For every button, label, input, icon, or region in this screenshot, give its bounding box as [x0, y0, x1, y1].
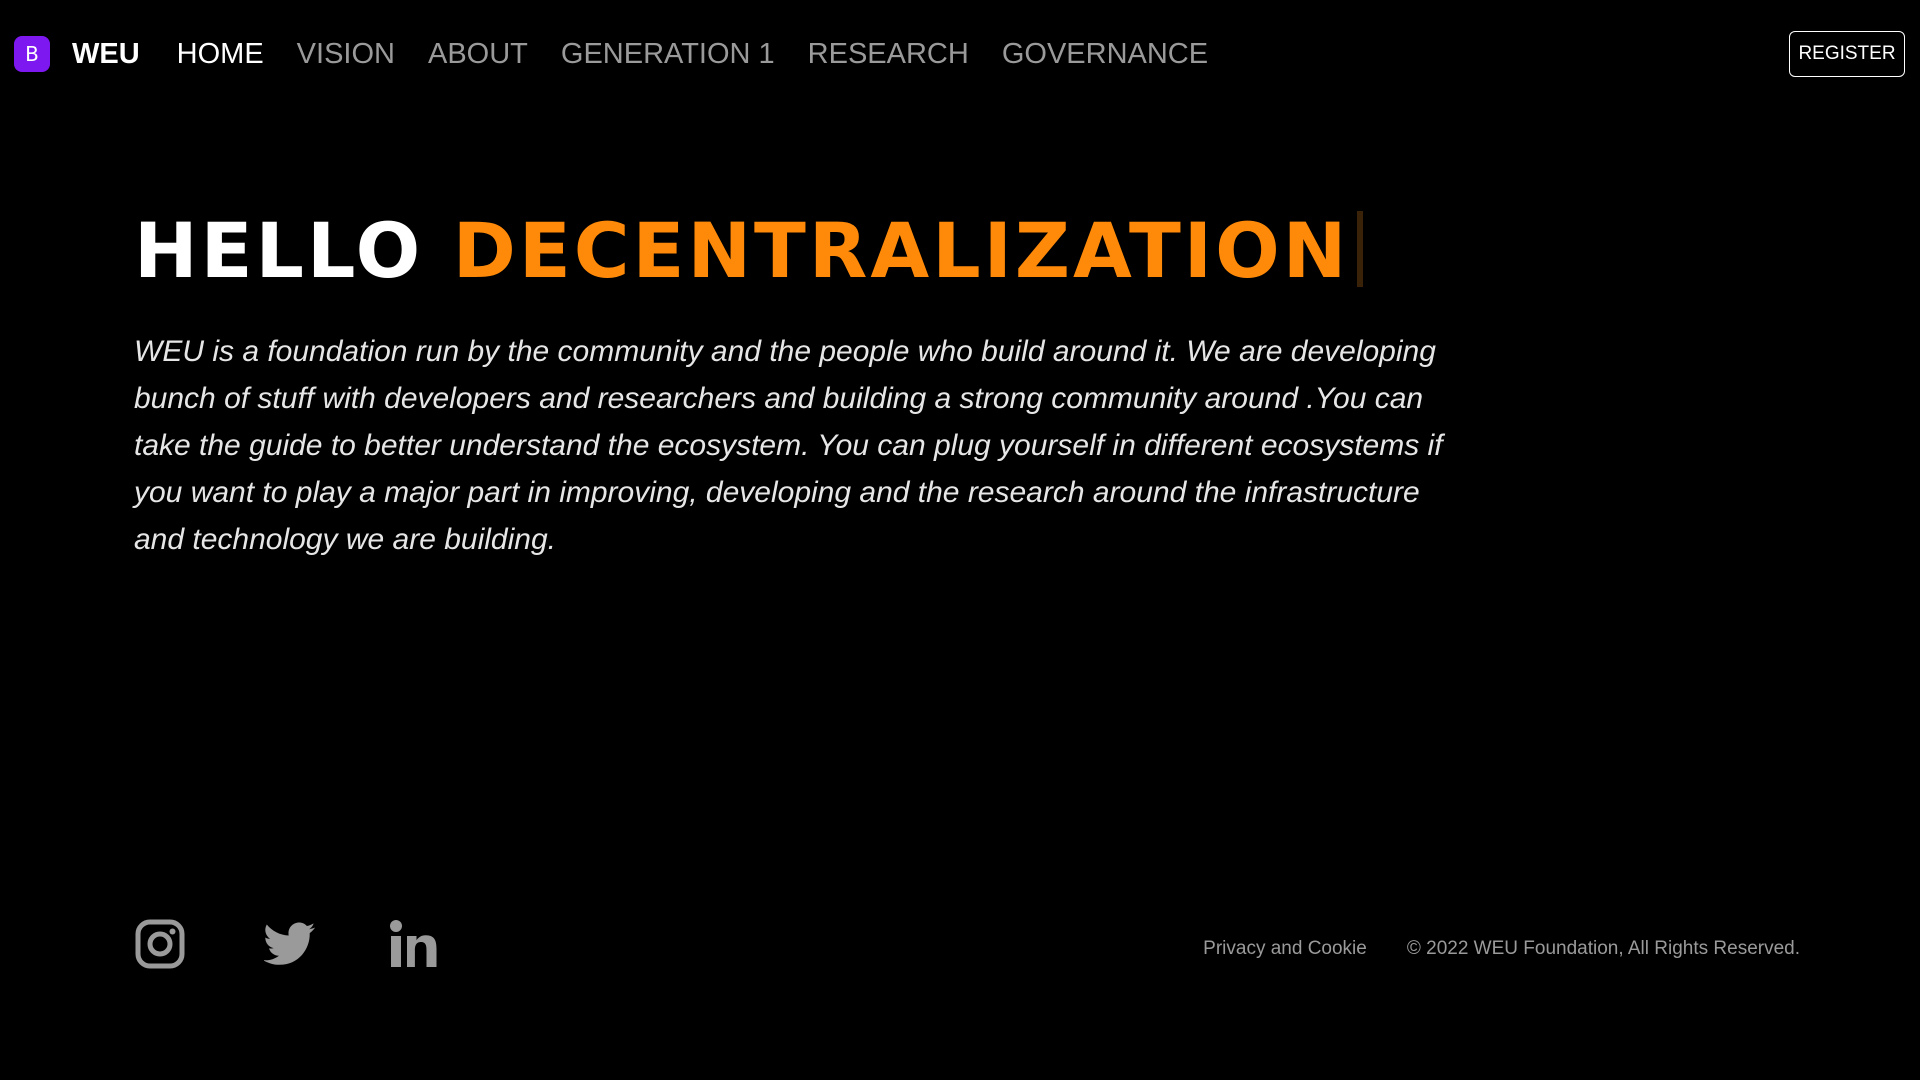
nav-link-vision[interactable]: VISION	[297, 38, 395, 71]
copyright-text: © 2022 WEU Foundation, All Rights Reserv…	[1406, 938, 1800, 959]
privacy-cookie-link[interactable]: Privacy and Cookie	[1203, 938, 1367, 960]
instagram-icon[interactable]	[134, 918, 186, 970]
hero-title-decentralization: DECENTRALIZATION	[452, 206, 1350, 295]
brand-logo-icon: B	[14, 36, 50, 72]
typing-cursor	[1357, 211, 1364, 287]
nav-link-home[interactable]: HOME	[177, 38, 264, 71]
nav-link-governance[interactable]: GOVERNANCE	[1002, 38, 1208, 71]
nav-link-about[interactable]: ABOUT	[428, 38, 528, 71]
hero-description: WEU is a foundation run by the community…	[134, 335, 1443, 556]
hero-title-hello: HELLO	[134, 206, 424, 295]
linkedin-icon[interactable]	[388, 918, 440, 970]
nav-links: HOME VISION ABOUT GENERATION 1 RESEARCH …	[177, 38, 1241, 71]
brand-name: WEU	[72, 37, 140, 70]
nav-link-generation-1[interactable]: GENERATION 1	[561, 38, 775, 71]
navbar: B WEU HOME VISION ABOUT GENERATION 1 RES…	[0, 0, 1920, 108]
page: B WEU HOME VISION ABOUT GENERATION 1 RES…	[0, 0, 1920, 1080]
brand-link[interactable]: B WEU	[14, 36, 140, 72]
register-button[interactable]: REGISTER	[1789, 31, 1905, 77]
twitter-icon[interactable]	[264, 918, 316, 970]
nav-link-research[interactable]: RESEARCH	[808, 38, 969, 71]
hero-title: HELLO DECENTRALIZATION	[134, 206, 1364, 296]
social-links	[134, 918, 440, 970]
brand-logo-letter: B	[25, 42, 39, 66]
footer-links: Privacy and Cookie © 2022 WEU Foundation…	[1203, 938, 1800, 960]
